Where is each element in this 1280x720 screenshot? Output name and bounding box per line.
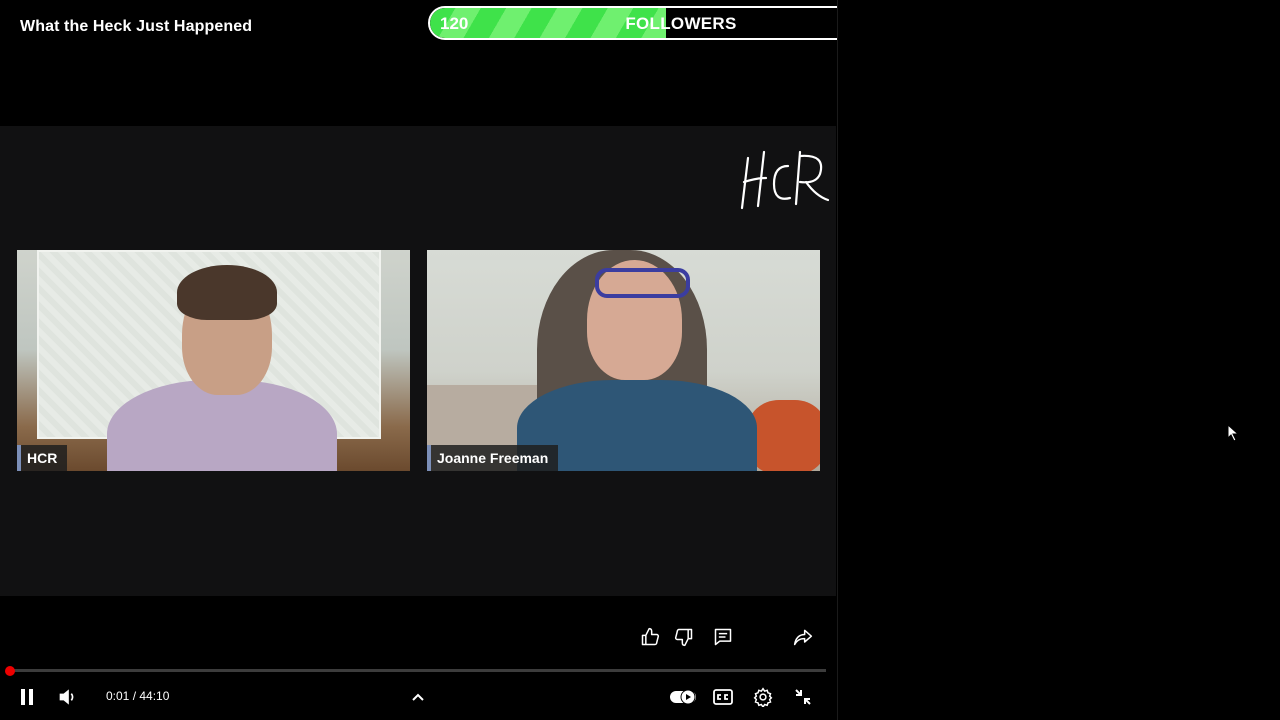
share-icon[interactable] <box>791 625 815 649</box>
autoplay-toggle-icon[interactable] <box>669 685 697 709</box>
seek-scrubber[interactable] <box>5 666 15 676</box>
comment-icon[interactable] <box>711 625 735 649</box>
gear-icon[interactable] <box>751 685 775 709</box>
side-panel <box>837 0 1280 720</box>
chevron-up-icon[interactable] <box>406 685 430 709</box>
seek-bar[interactable] <box>10 669 826 672</box>
mouse-cursor-icon <box>1227 424 1240 442</box>
time-display: 0:01 / 44:10 <box>106 689 170 703</box>
participant-name-label: Joanne Freeman <box>427 445 559 471</box>
participant-tile-hcr: HCR <box>17 250 410 471</box>
thumbs-up-icon[interactable] <box>638 625 662 649</box>
hcr-logo <box>740 150 830 210</box>
pause-icon[interactable] <box>15 685 39 709</box>
volume-icon[interactable] <box>56 685 80 709</box>
cc-icon[interactable] <box>711 685 735 709</box>
video-player[interactable]: What the Heck Just Happened 120 FOLLOWER… <box>0 0 934 720</box>
participant-tile-joanne-freeman: Joanne Freeman <box>427 250 820 471</box>
thumbs-down-icon[interactable] <box>672 625 696 649</box>
participant-name-label: HCR <box>17 445 68 471</box>
video-title: What the Heck Just Happened <box>20 18 253 35</box>
exit-fullscreen-icon[interactable] <box>791 685 815 709</box>
